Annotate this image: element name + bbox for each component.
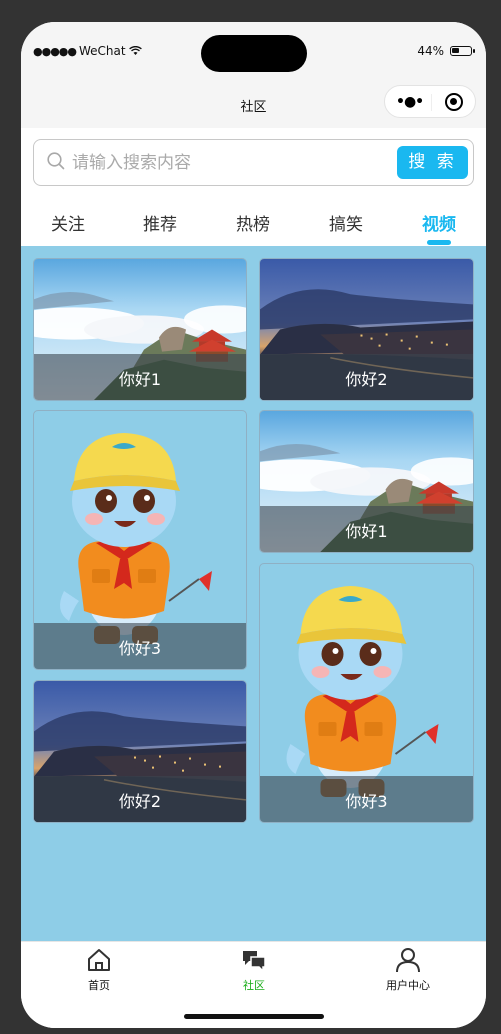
- search-bar: 搜 索: [33, 139, 474, 186]
- tab-recommend[interactable]: 推荐: [125, 210, 195, 235]
- tabbar-label: 用户中心: [386, 979, 430, 992]
- target-circle-icon[interactable]: [445, 93, 463, 111]
- carrier-name: WeChat: [79, 44, 126, 58]
- battery-percent: 44%: [417, 44, 444, 58]
- battery-icon: [450, 46, 475, 56]
- card-caption: 你好1: [260, 506, 473, 552]
- video-card[interactable]: 你好2: [33, 680, 247, 823]
- wifi-icon: [128, 46, 142, 55]
- video-feed: 你好1 你好2 你好3 你好1 你好3 你好2: [21, 246, 486, 941]
- user-icon: [396, 948, 420, 973]
- tabbar-label: 首页: [88, 979, 110, 992]
- tabbar-label: 社区: [243, 979, 265, 992]
- carrier: ●●●●● WeChat: [33, 44, 142, 58]
- chat-bubbles-icon: [243, 951, 266, 973]
- search-input[interactable]: [72, 149, 392, 176]
- video-card[interactable]: 你好1: [259, 410, 474, 553]
- card-caption: 你好2: [34, 776, 246, 822]
- tabbar-item-user-center[interactable]: 用户中心: [358, 946, 458, 993]
- card-title: 你好2: [345, 370, 388, 389]
- card-caption: 你好1: [34, 354, 246, 400]
- card-caption: 你好3: [260, 776, 473, 822]
- tabbar-item-home[interactable]: 首页: [49, 946, 149, 993]
- card-title: 你好1: [118, 370, 162, 389]
- camera-notch: [201, 35, 307, 72]
- battery-fill: [452, 48, 459, 53]
- video-card[interactable]: 你好3: [33, 410, 247, 670]
- category-tabs: 关注 推荐 热榜 搞笑 视频: [21, 198, 486, 246]
- home-icon: [88, 949, 110, 971]
- signal-dots-icon: ●●●●●: [33, 44, 77, 58]
- tab-video[interactable]: 视频: [404, 210, 474, 235]
- mini-program-capsule[interactable]: •●•: [384, 85, 476, 118]
- bottom-tab-bar: 首页 社区 用户中心: [21, 941, 486, 1028]
- active-tab-indicator: [427, 240, 451, 245]
- nav-bar: 社区 •●•: [21, 82, 486, 128]
- card-title: 你好3: [345, 792, 388, 811]
- card-title: 你好1: [345, 522, 388, 541]
- video-card[interactable]: 你好2: [259, 258, 474, 401]
- tab-funny[interactable]: 搞笑: [311, 210, 381, 235]
- search-icon: [47, 152, 65, 170]
- phone-frame: ●●●●● WeChat 44% 社区 •●• 搜 索 关注 推荐 热榜 搞笑 …: [21, 22, 486, 1028]
- more-dots-icon[interactable]: •●•: [396, 94, 424, 110]
- tab-follow[interactable]: 关注: [33, 210, 103, 235]
- tabbar-item-community[interactable]: 社区: [204, 946, 304, 993]
- video-card[interactable]: 你好3: [259, 563, 474, 823]
- capsule-divider: [431, 94, 432, 111]
- status-bar: ●●●●● WeChat 44%: [21, 22, 486, 82]
- card-caption: 你好2: [260, 354, 473, 400]
- card-title: 你好2: [118, 792, 162, 811]
- search-button[interactable]: 搜 索: [397, 146, 468, 179]
- tab-hot[interactable]: 热榜: [218, 210, 288, 235]
- home-indicator: [184, 1014, 324, 1019]
- battery-status: 44%: [417, 44, 475, 58]
- card-caption: 你好3: [34, 623, 246, 669]
- video-card[interactable]: 你好1: [33, 258, 247, 401]
- card-title: 你好3: [118, 639, 162, 658]
